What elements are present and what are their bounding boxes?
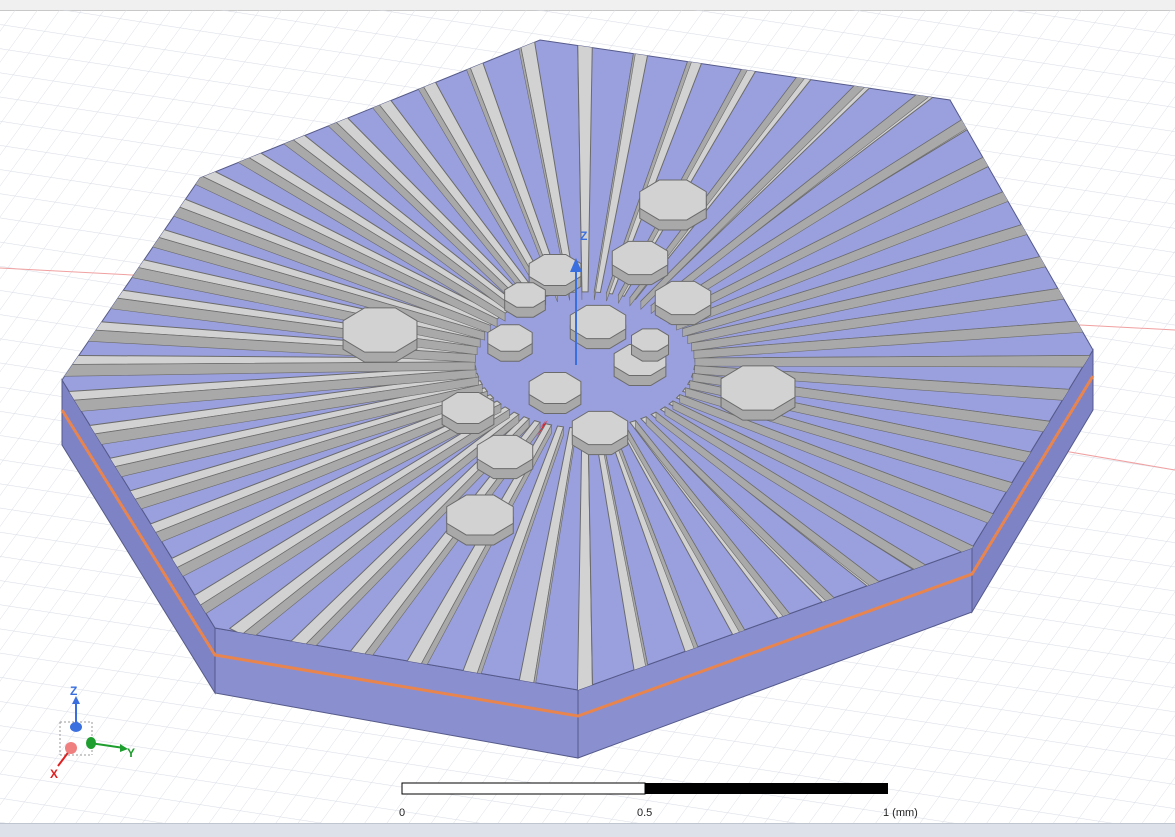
bond-pad[interactable] xyxy=(654,280,712,316)
triad-z-label: Z xyxy=(70,684,77,698)
bond-pad[interactable] xyxy=(631,328,669,352)
bond-pad[interactable] xyxy=(487,324,533,352)
triad-z-knob xyxy=(70,722,82,732)
3d-modeler-viewport[interactable]: Z 0 0.5 1 (mm) Z Y X xyxy=(0,0,1175,836)
triad-x-knob xyxy=(65,742,77,754)
triad-y-knob xyxy=(86,737,96,749)
bond-pad[interactable] xyxy=(611,240,669,276)
bond-pad[interactable] xyxy=(342,307,418,353)
svg-text:Z: Z xyxy=(580,229,587,243)
bond-pad[interactable] xyxy=(476,434,534,470)
bond-pad[interactable] xyxy=(504,282,546,308)
bond-pad[interactable] xyxy=(441,391,495,425)
scale-tick-1mm: 1 (mm) xyxy=(883,807,918,819)
bond-pad[interactable] xyxy=(446,494,514,536)
bond-pad[interactable] xyxy=(571,410,629,446)
scale-tick-0-5: 0.5 xyxy=(637,807,652,819)
triad-y-label: Y xyxy=(127,746,135,760)
triad-x-label: X xyxy=(50,767,58,781)
bond-pad[interactable] xyxy=(720,365,796,411)
3d-scene[interactable]: Z 0 0.5 1 (mm) Z Y X xyxy=(0,0,1175,836)
bond-pad[interactable] xyxy=(528,371,582,405)
scale-tick-0: 0 xyxy=(399,807,405,819)
scale-bar-white-segment xyxy=(401,782,646,795)
status-strip xyxy=(0,823,1175,837)
bond-pad[interactable] xyxy=(639,179,707,221)
bond-pad[interactable] xyxy=(569,304,627,340)
scale-bar-black-segment xyxy=(645,783,888,794)
